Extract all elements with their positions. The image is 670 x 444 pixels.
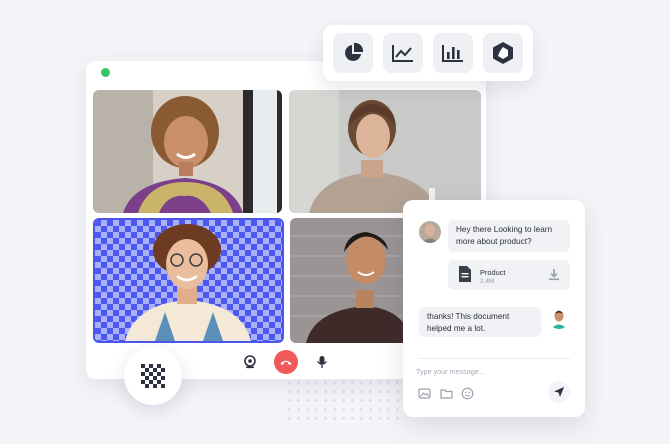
pie-chart-icon — [345, 42, 364, 61]
hexagon-button[interactable] — [483, 33, 523, 73]
chat-message-outgoing: thanks! This document helped me a lot. — [419, 307, 541, 337]
chat-message-incoming: Hey there Looking to learn more about pr… — [448, 220, 570, 252]
bar-chart-icon — [442, 45, 463, 62]
chat-message-incoming-line2: more about product? — [456, 237, 532, 246]
participant-3-video — [95, 220, 282, 341]
line-chart-button[interactable] — [383, 33, 423, 73]
line-chart-icon — [392, 45, 413, 62]
participant-1-video — [93, 90, 282, 213]
emoji-icon[interactable] — [461, 387, 474, 400]
pie-chart-button[interactable] — [333, 33, 373, 73]
checker-grid-button[interactable] — [124, 347, 182, 405]
send-button[interactable] — [548, 381, 570, 403]
chat-input-divider — [418, 358, 570, 359]
webcam-icon — [244, 355, 256, 369]
download-icon[interactable] — [548, 268, 560, 281]
attachment-size: 2.4M — [480, 278, 495, 285]
video-tile-participant-2[interactable] — [289, 90, 481, 213]
end-call-button[interactable] — [274, 350, 298, 374]
avatar-outgoing — [548, 307, 570, 329]
webcam-button[interactable] — [240, 352, 260, 372]
online-status-dot — [101, 68, 110, 77]
decorative-dot-pattern — [285, 378, 405, 422]
document-icon — [459, 266, 471, 282]
video-tile-participant-1[interactable] — [93, 90, 282, 213]
image-icon[interactable] — [418, 387, 431, 400]
folder-icon[interactable] — [440, 387, 453, 400]
microphone-button[interactable] — [312, 352, 332, 372]
attachment-name: Product — [480, 268, 506, 277]
video-tile-participant-3[interactable] — [93, 218, 284, 343]
microphone-icon — [316, 356, 328, 368]
phone-hangup-icon — [280, 360, 292, 365]
chat-message-outgoing-line2: helped me a lot. — [427, 324, 486, 333]
video-tile-participant-4[interactable] — [290, 218, 410, 343]
message-input[interactable] — [416, 364, 566, 378]
bar-chart-button[interactable] — [433, 33, 473, 73]
avatar-incoming — [419, 221, 441, 243]
participant-2-video — [289, 90, 481, 213]
participant-4-video — [290, 218, 410, 343]
send-icon — [554, 387, 564, 397]
hexagon-icon — [493, 42, 513, 64]
checker-grid-icon — [141, 364, 165, 388]
chat-message-incoming-line1: Hey there Looking to learn — [456, 225, 553, 234]
chat-message-outgoing-line1: thanks! This document — [427, 312, 510, 321]
